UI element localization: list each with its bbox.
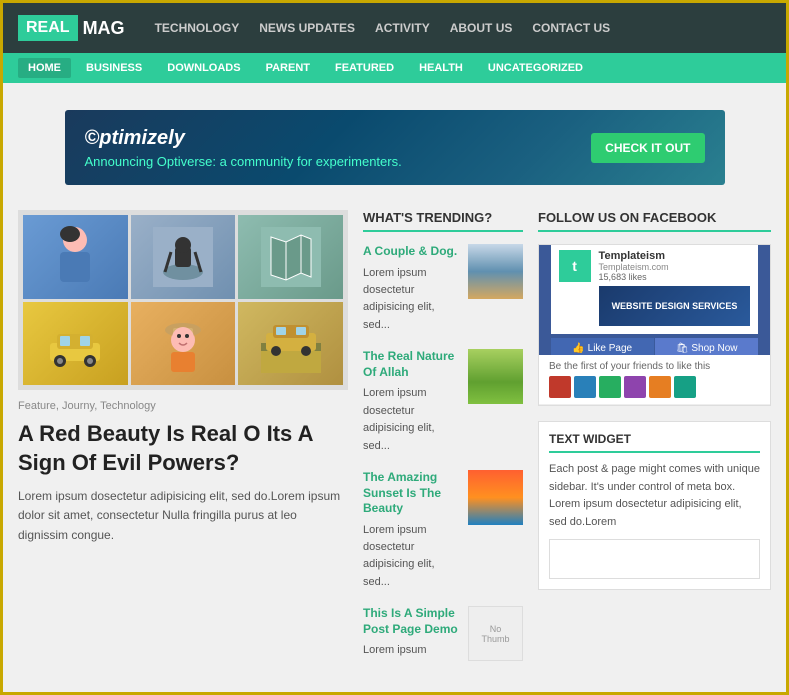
banner-brand: ©ptimizely [85,127,592,150]
facebook-widget: t Templateism Templateism.com 15,683 lik… [538,244,771,406]
logo-real: REAL [18,15,78,41]
like-page-button[interactable]: 👍 Like Page [551,338,655,356]
site-likes: 15,683 likes [599,272,751,282]
banner-text: Announcing Optiverse: a community for ex… [85,154,592,169]
subnav-uncategorized[interactable]: UNCATEGORIZED [478,58,593,78]
trending-link-2[interactable]: The Real Nature Of Allah [363,349,460,380]
trending-excerpt-3: Lorem ipsum dosectetur adipisicing elit,… [363,524,435,588]
promo-banner: ©ptimizely Announcing Optiverse: a commu… [65,110,725,185]
article-meta: Feature, Journy, Technology [18,400,348,412]
grid-image-man [23,215,128,299]
avatar [549,376,571,398]
nav-contact-us[interactable]: CONTACT US [532,21,610,35]
trending-excerpt-1: Lorem ipsum dosectetur adipisicing elit,… [363,267,435,331]
article-excerpt: Lorem ipsum dosectetur adipisicing elit,… [18,487,348,545]
banner-cta-button[interactable]: cheCK It Out [591,133,704,163]
facebook-preview: t Templateism Templateism.com 15,683 lik… [539,245,770,355]
top-navigation: REAL MAG TECHNOLOGY NEWS UPDATES ActivIT… [3,3,786,53]
trending-item: A Couple & Dog. Lorem ipsum dosectetur a… [363,244,523,333]
trending-thumb-2 [468,349,523,404]
trending-thumb-3 [468,470,523,525]
site-name: Templateism [599,250,751,262]
banner-subtext: a community for experimenters. [220,154,402,169]
left-column: Feature, Journy, Technology A Red Beauty… [18,210,348,677]
trending-item: The Real Nature Of Allah Lorem ipsum dos… [363,349,523,454]
templateism-logo: t [559,250,591,282]
trending-column: WHAT'S TRENDING? A Couple & Dog. Lorem i… [363,210,523,677]
trending-text: The Amazing Sunset Is The Beauty Lorem i… [363,470,460,590]
site-logo[interactable]: REAL MAG [18,15,125,41]
main-content: Feature, Journy, Technology A Red Beauty… [3,210,786,692]
avatar [649,376,671,398]
nav-news-updates[interactable]: NEWS UPDATES [259,21,355,35]
trending-link-3[interactable]: The Amazing Sunset Is The Beauty [363,470,460,517]
sub-navigation: HOME BUSINESS DOWNLOADS PARENT FEATURED … [3,53,786,83]
facebook-section-title: FOLLOW US ON FACEBOOK [538,210,771,232]
text-widget-box [549,539,760,579]
grid-image-car [23,302,128,386]
trending-link-4[interactable]: This Is A Simple Post Page Demo [363,606,460,637]
shop-now-button[interactable]: 🛍 Shop Now [655,338,758,356]
subnav-home[interactable]: HOME [18,58,71,78]
nav-activity[interactable]: ActivITY [375,21,430,35]
facebook-preview-inner: t Templateism Templateism.com 15,683 lik… [551,245,759,334]
featured-image-grid [18,210,348,390]
trending-excerpt-2: Lorem ipsum dosectetur adipisicing elit,… [363,387,435,451]
trending-text: This Is A Simple Post Page Demo Lorem ip… [363,606,460,661]
friends-text: Be the first of your friends to like thi… [549,361,760,372]
top-nav-links: TECHNOLOGY NEWS UPDATES ActivITY ABOUT U… [155,21,611,35]
facebook-friends: Be the first of your friends to like thi… [539,355,770,405]
text-widget-title: TEXT WIDGET [549,432,760,453]
subnav-business[interactable]: BUSINESS [76,58,152,78]
nav-about-us[interactable]: ABOUT US [450,21,513,35]
grid-image-car-street [238,302,343,386]
friend-avatars [549,376,760,398]
trending-excerpt-4: Lorem ipsum [363,644,427,656]
subnav-downloads[interactable]: DOWNLOADS [157,58,250,78]
trending-section-title: WHAT'S TRENDING? [363,210,523,232]
avatar [674,376,696,398]
grid-image-cowboy [131,302,236,386]
right-column: FOLLOW US ON FACEBOOK t Templateism Temp… [538,210,771,677]
text-widget: TEXT WIDGET Each post & page might comes… [538,421,771,590]
trending-text: The Real Nature Of Allah Lorem ipsum dos… [363,349,460,454]
trending-link-1[interactable]: A Couple & Dog. [363,244,460,260]
trending-thumb-4: NoThumb [468,606,523,661]
article-title: A Red Beauty Is Real O Its A Sign Of Evi… [18,420,348,477]
avatar [624,376,646,398]
nav-technology[interactable]: TECHNOLOGY [155,21,240,35]
fb-banner-image: WEBSITE DESIGN SERVICES [599,286,751,326]
trending-text: A Couple & Dog. Lorem ipsum dosectetur a… [363,244,460,333]
trending-item: This Is A Simple Post Page Demo Lorem ip… [363,606,523,661]
logo-mag: MAG [83,18,125,39]
subnav-parent[interactable]: PARENT [256,58,320,78]
subnav-featured[interactable]: FEATURED [325,58,404,78]
avatar [574,376,596,398]
fb-banner-text: WEBSITE DESIGN SERVICES [612,301,738,311]
subnav-health[interactable]: HEALTH [409,58,473,78]
trending-thumb-1 [468,244,523,299]
grid-image-map [238,215,343,299]
grid-image-horse [131,215,236,299]
facebook-actions: 👍 Like Page 🛍 Shop Now [551,338,759,356]
avatar [599,376,621,398]
site-info: Templateism Templateism.com 15,683 likes… [599,250,751,326]
site-url: Templateism.com [599,262,751,272]
text-widget-body: Each post & page might comes with unique… [549,461,760,531]
trending-item: The Amazing Sunset Is The Beauty Lorem i… [363,470,523,590]
